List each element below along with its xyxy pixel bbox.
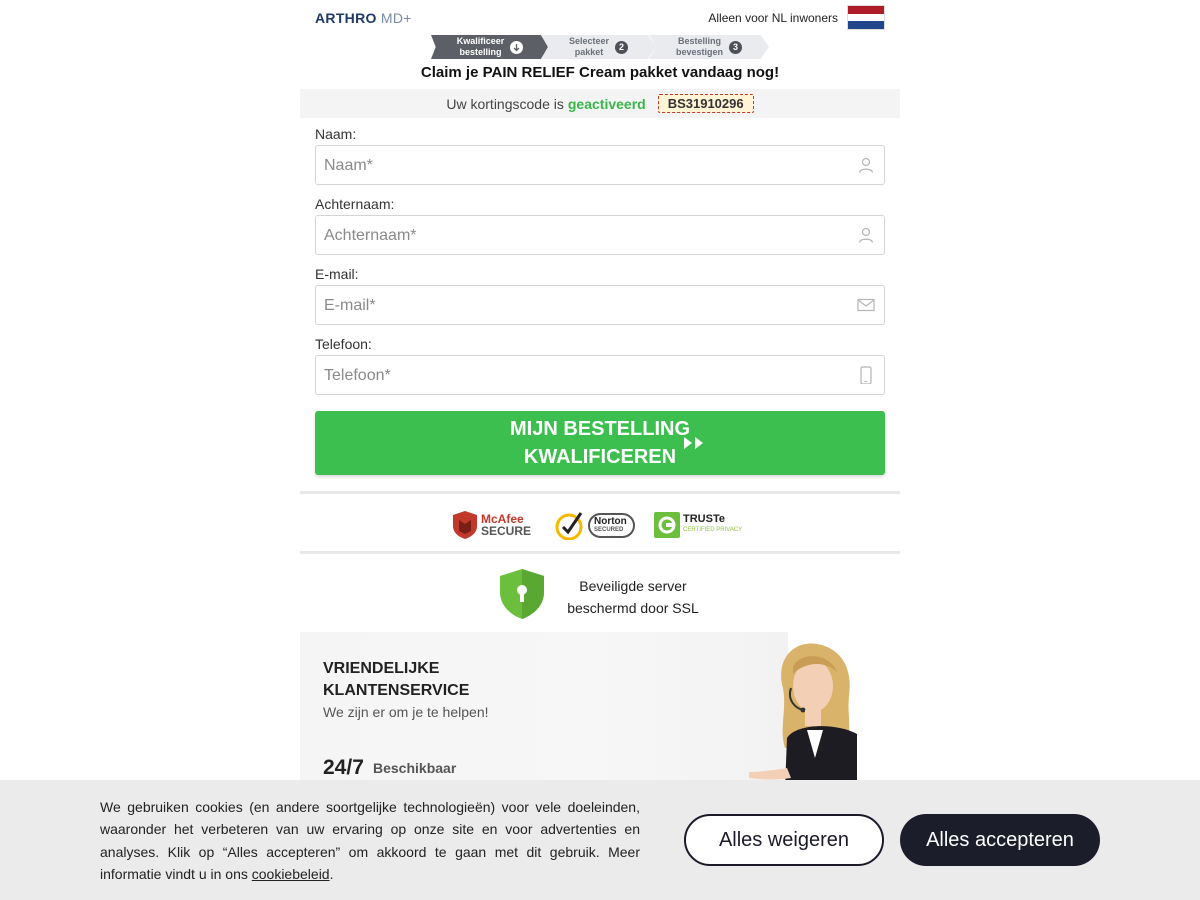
norton-top-text: Norton (594, 515, 627, 527)
discount-prefix: Uw kortingscode is (446, 95, 564, 112)
country-notice: Alleen voor NL inwoners (708, 11, 838, 25)
user-icon (858, 157, 874, 173)
step-select-package: Selecteer pakket 2 (541, 35, 656, 59)
submit-line1: MIJN BESTELLING (509, 418, 690, 440)
step-label: Kwalificeer (456, 36, 505, 46)
phone-icon (860, 366, 872, 384)
support-agent-image (749, 643, 857, 788)
name-field[interactable]: Naam* (315, 145, 885, 185)
ssl-notice: Beveiligde server beschermd door SSL (300, 568, 900, 624)
accept-all-button[interactable]: Alles accepteren (900, 814, 1100, 866)
norton-check-icon (555, 512, 583, 540)
norton-bottom-text: SECURED (594, 526, 624, 533)
cs-title-line2: KLANTENSERVICE (323, 682, 470, 699)
step-label: bestelling (459, 47, 502, 57)
step-label: pakket (574, 47, 604, 57)
double-arrow-icon (684, 437, 703, 449)
reject-all-button[interactable]: Alles weigeren (684, 814, 884, 866)
cookie-message-suffix: . (329, 865, 334, 882)
step-label: Bestelling (677, 36, 721, 46)
ssl-line1: Beveiligde server (579, 578, 687, 594)
step-confirm-order: Bestelling bevestigen 3 (649, 35, 769, 59)
step-label: bevestigen (675, 47, 724, 57)
cs-hours: 24/7 (323, 756, 364, 779)
discount-code: BS31910296 (657, 94, 754, 113)
step-number: 3 (729, 40, 743, 54)
logo-suffix: MD+ (380, 10, 412, 26)
customer-service-title: VRIENDELIJKE KLANTENSERVICE (323, 658, 523, 702)
name-placeholder: Naam* (324, 157, 373, 174)
step-qualify: Kwalificeer bestelling (431, 35, 549, 59)
arrow-down-icon (510, 40, 524, 54)
cookie-policy-link[interactable]: cookiebeleid (252, 866, 330, 882)
lastname-field[interactable]: Achternaam* (315, 215, 885, 255)
discount-status: geactiveerd (567, 95, 646, 112)
cs-subtitle: We zijn er om je te helpen! (323, 704, 489, 720)
truste-badge: TRUSTe CERTIFIED PRIVACY (654, 505, 742, 545)
mcafee-badge: McAfee SECURE (452, 505, 531, 545)
progress-steps: Kwalificeer bestelling Selecteer pakket 2 … (431, 35, 771, 59)
step-label: Selecteer (568, 36, 610, 46)
email-placeholder: E-mail* (324, 297, 376, 314)
divider (300, 491, 900, 494)
mcafee-shield-icon (453, 511, 477, 539)
qualify-order-button[interactable]: MIJN BESTELLING KWALIFICEREN (315, 411, 885, 475)
truste-top-text: TRUSTe (683, 513, 725, 525)
mcafee-bottom-text: SECURE (481, 524, 532, 538)
phone-placeholder: Telefoon* (324, 367, 391, 384)
submit-line2: KWALIFICEREN (523, 446, 677, 468)
phone-field[interactable]: Telefoon* (315, 355, 885, 395)
envelope-icon (857, 298, 875, 312)
logo: ARTHRO MD+ (315, 10, 412, 26)
claim-title: Claim je PAIN RELIEF Cream pakket vandaa… (420, 64, 780, 81)
truste-bottom-text: CERTIFIED PRIVACY (683, 527, 743, 533)
email-label: E-mail: (315, 266, 359, 282)
user-icon (858, 227, 874, 243)
cookie-message-text: We gebruiken cookies (en andere soortgel… (100, 799, 640, 882)
lastname-label: Achternaam: (315, 196, 395, 212)
trust-badges: McAfee SECURE Norton SECURED TRUSTe CERTIFI… (300, 505, 900, 545)
email-field[interactable]: E-mail* (315, 285, 885, 325)
logo-main: ARTHRO (315, 10, 377, 26)
header: ARTHRO MD+ Alleen voor NL inwoners (300, 0, 900, 34)
phone-label: Telefoon: (315, 336, 372, 352)
cookie-banner: We gebruiken cookies (en andere soortgel… (0, 780, 1200, 900)
cookie-message: We gebruiken cookies (en andere soortgel… (100, 796, 640, 885)
norton-badge: Norton SECURED (555, 505, 635, 545)
netherlands-flag-icon (847, 5, 885, 30)
security-shield-icon (500, 569, 544, 619)
customer-service-panel: VRIENDELIJKE KLANTENSERVICE We zijn er om… (300, 632, 788, 792)
cs-availability: Beschikbaar (373, 760, 457, 776)
divider (300, 551, 900, 554)
lastname-placeholder: Achternaam* (324, 227, 417, 244)
ssl-line2: beschermd door SSL (567, 600, 699, 616)
truste-icon (654, 512, 680, 538)
name-label: Naam: (315, 126, 357, 142)
step-number: 2 (615, 40, 629, 54)
discount-bar: Uw kortingscode is geactiveerd BS3191029… (300, 89, 900, 118)
cs-title-line1: VRIENDELIJKE (323, 660, 440, 677)
